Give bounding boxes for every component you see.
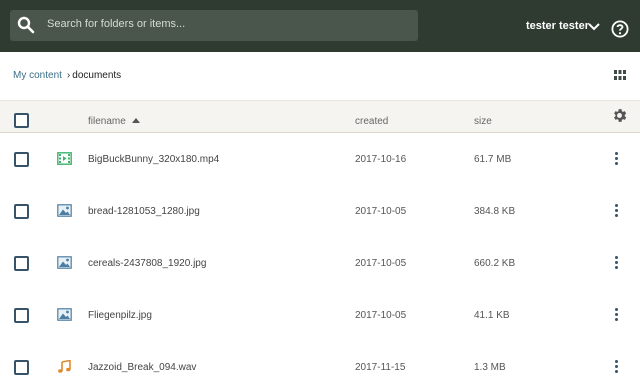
column-size[interactable]: size xyxy=(474,116,492,127)
breadcrumb-separator: › xyxy=(66,70,71,81)
table-row[interactable]: Jazzoid_Break_094.wav 2017-11-15 1.3 MB xyxy=(0,341,640,379)
video-file-icon xyxy=(57,152,72,165)
search-box[interactable]: Search for folders or items... xyxy=(10,10,418,41)
breadcrumb-my-content[interactable]: My content xyxy=(13,70,62,81)
more-options-icon[interactable] xyxy=(611,256,621,270)
table-row[interactable]: BigBuckBunny_320x180.mp4 2017-10-16 61.7… xyxy=(0,133,640,185)
user-menu-name[interactable]: tester tester xyxy=(526,20,589,32)
file-name[interactable]: Fliegenpilz.jpg xyxy=(88,310,152,321)
help-icon[interactable] xyxy=(611,20,629,38)
gear-icon[interactable] xyxy=(611,107,628,124)
row-checkbox[interactable] xyxy=(14,308,29,323)
grid-view-icon[interactable] xyxy=(614,70,626,80)
table-row[interactable]: cereals-2437808_1920.jpg 2017-10-05 660.… xyxy=(0,237,640,289)
sort-ascending-icon xyxy=(131,118,140,123)
file-size: 1.3 MB xyxy=(474,362,506,373)
row-checkbox[interactable] xyxy=(14,360,29,375)
image-file-icon xyxy=(57,256,72,269)
table-row[interactable]: bread-1281053_1280.jpg 2017-10-05 384.8 … xyxy=(0,185,640,237)
table-row[interactable]: Fliegenpilz.jpg 2017-10-05 41.1 KB xyxy=(0,289,640,341)
breadcrumb: My content › documents xyxy=(13,70,121,81)
row-checkbox[interactable] xyxy=(14,152,29,167)
column-filename-label: filename xyxy=(88,116,126,127)
chevron-down-icon[interactable] xyxy=(588,22,600,32)
file-created: 2017-11-15 xyxy=(355,362,406,373)
file-name[interactable]: bread-1281053_1280.jpg xyxy=(88,206,200,217)
image-file-icon xyxy=(57,204,72,217)
file-name[interactable]: Jazzoid_Break_094.wav xyxy=(88,362,196,373)
more-options-icon[interactable] xyxy=(611,204,621,218)
row-checkbox[interactable] xyxy=(14,204,29,219)
file-size: 384.8 KB xyxy=(474,206,516,217)
file-size: 660.2 KB xyxy=(474,258,516,269)
column-created[interactable]: created xyxy=(355,116,388,127)
file-created: 2017-10-16 xyxy=(355,154,407,165)
search-input[interactable]: Search for folders or items... xyxy=(47,18,185,30)
breadcrumb-current: documents xyxy=(72,70,122,81)
file-created: 2017-10-05 xyxy=(355,310,407,321)
image-file-icon xyxy=(57,308,72,321)
file-name[interactable]: BigBuckBunny_320x180.mp4 xyxy=(88,154,219,165)
file-name[interactable]: cereals-2437808_1920.jpg xyxy=(88,258,206,269)
file-size: 41.1 KB xyxy=(474,310,510,321)
top-bar: Search for folders or items... tester te… xyxy=(0,0,640,52)
audio-file-icon xyxy=(58,360,71,373)
table-header: filename created size xyxy=(0,100,640,133)
more-options-icon[interactable] xyxy=(611,308,621,322)
select-all-checkbox[interactable] xyxy=(14,113,29,128)
file-created: 2017-10-05 xyxy=(355,258,407,269)
column-filename[interactable]: filename xyxy=(88,116,140,127)
more-options-icon[interactable] xyxy=(611,360,621,374)
file-created: 2017-10-05 xyxy=(355,206,407,217)
more-options-icon[interactable] xyxy=(611,152,621,166)
row-checkbox[interactable] xyxy=(14,256,29,271)
file-size: 61.7 MB xyxy=(474,154,512,165)
search-icon xyxy=(17,16,35,34)
